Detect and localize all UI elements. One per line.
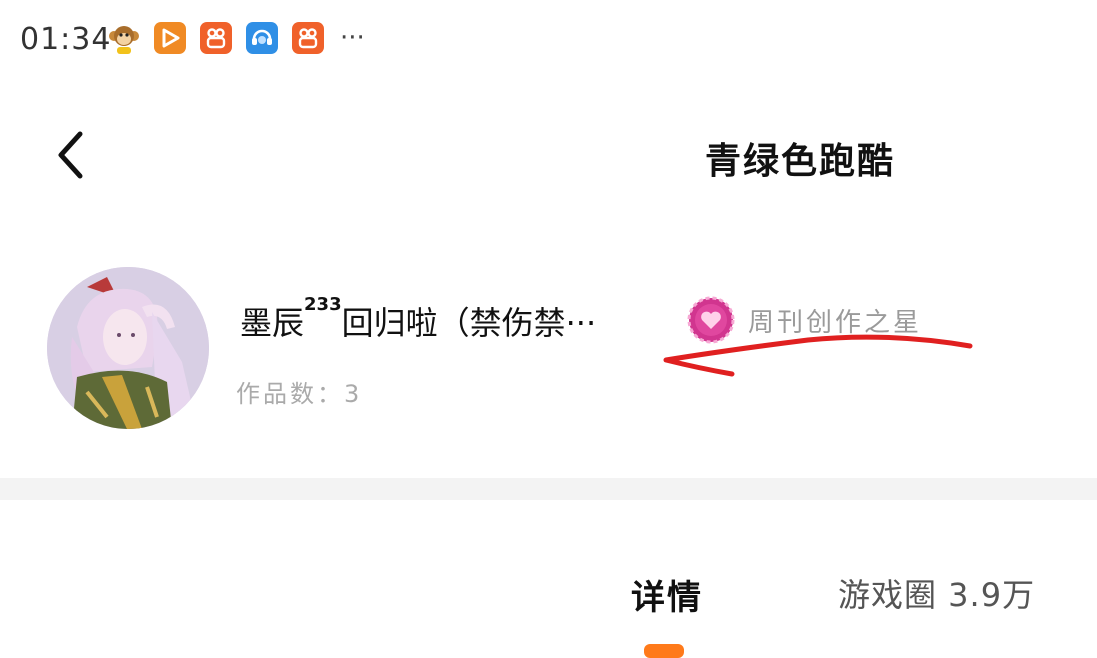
tab-detail[interactable]: 详情 xyxy=(631,570,703,619)
status-app-icons: ··· xyxy=(108,22,365,54)
back-button[interactable] xyxy=(48,125,92,185)
avatar-image xyxy=(47,267,209,429)
active-tab-indicator xyxy=(644,644,684,658)
video-play-app-icon xyxy=(154,22,186,54)
status-bar: 01:34 ··· xyxy=(0,0,1097,84)
avatar[interactable] xyxy=(47,267,209,429)
author-name[interactable]: 墨辰233回归啦（禁伤禁··· xyxy=(240,294,597,344)
more-notifications-icon: ··· xyxy=(340,23,365,53)
tab-bar: 详情 游戏圈 3.9万 xyxy=(0,500,1097,658)
red-underline-annotation xyxy=(663,334,973,377)
kuaishou-app-icon-2 xyxy=(292,22,324,54)
monkey-app-icon xyxy=(108,22,140,54)
section-divider xyxy=(0,478,1097,500)
support-app-icon xyxy=(246,22,278,54)
author-profile[interactable]: 墨辰233回归啦（禁伤禁··· 周刊创作之星 作品数：3 xyxy=(0,250,1097,470)
author-name-suffix: 回归啦（禁伤禁··· xyxy=(341,304,597,342)
chevron-left-icon xyxy=(58,131,83,179)
author-name-sup: 233 xyxy=(304,294,342,315)
page-title: 青绿色跑酷 xyxy=(705,141,896,182)
kuaishou-app-icon xyxy=(200,22,232,54)
page-header: 青绿色跑酷 xyxy=(0,100,1097,210)
status-time: 01:34 xyxy=(20,22,112,57)
tab-game-circle[interactable]: 游戏圈 3.9万 xyxy=(838,570,1035,616)
author-name-prefix: 墨辰 xyxy=(240,304,305,342)
work-count: 作品数：3 xyxy=(236,380,363,408)
